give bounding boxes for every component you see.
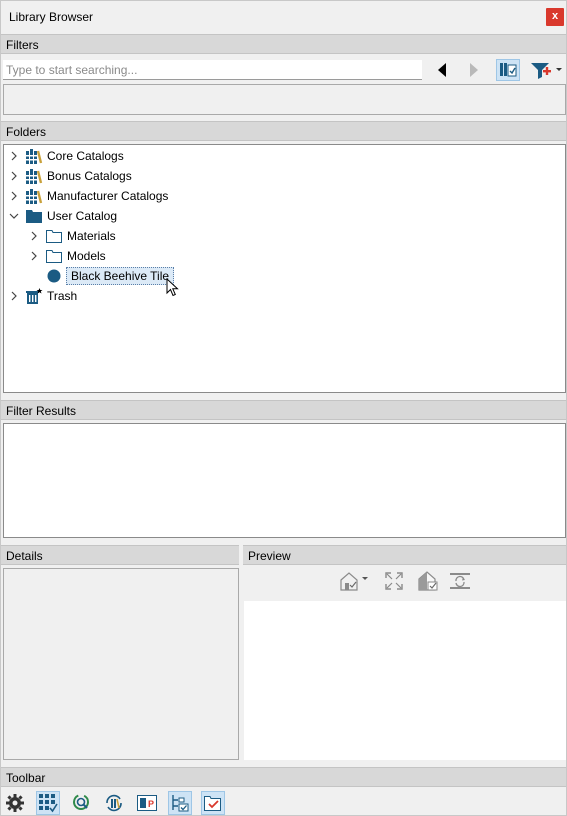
folder-check-button[interactable] — [201, 791, 225, 815]
folders-tree[interactable]: Core Catalogs Bonus Catalogs Manufacture… — [3, 144, 566, 393]
forward-arrow-icon — [470, 63, 478, 77]
catalog-books-icon — [25, 187, 43, 205]
fit-view-button[interactable] — [382, 570, 406, 592]
details-panel — [3, 568, 239, 760]
tree-view-button[interactable] — [168, 791, 192, 815]
back-arrow-icon — [438, 63, 446, 77]
catalog-filter-button[interactable] — [496, 59, 520, 81]
folder-check-icon — [204, 796, 221, 811]
grid-select-icon — [39, 794, 58, 813]
chevron-right-icon[interactable] — [8, 166, 20, 186]
chevron-right-icon[interactable] — [28, 246, 40, 266]
close-button[interactable]: x — [546, 8, 564, 26]
tree-item-label: Black Beehive Tile — [66, 267, 175, 285]
details-header-label: Details — [6, 549, 43, 563]
tree-item-label: User Catalog — [47, 209, 118, 223]
preview-header-label: Preview — [248, 549, 291, 563]
display-options-icon: P — [137, 795, 157, 811]
back-button[interactable] — [430, 59, 454, 81]
chevron-right-icon[interactable] — [8, 146, 20, 166]
tree-item-label: Models — [67, 249, 106, 263]
tree-item-materials[interactable]: Materials — [28, 226, 116, 246]
add-filter-icon — [531, 63, 562, 79]
refresh-preview-icon — [450, 573, 470, 589]
tree-item-black-beehive-tile[interactable]: Black Beehive Tile — [28, 266, 175, 286]
details-header: Details — [1, 545, 239, 565]
search-input[interactable] — [3, 60, 422, 80]
render-view-icon — [418, 571, 438, 591]
display-options-button[interactable]: P — [135, 791, 159, 815]
filters-header: Filters — [1, 34, 566, 54]
preview-canvas[interactable] — [244, 601, 566, 760]
tree-view-icon — [172, 795, 189, 812]
search-refresh-icon — [73, 794, 89, 810]
grid-select-button[interactable] — [36, 791, 60, 815]
tree-item-user-catalog[interactable]: User Catalog — [8, 206, 117, 226]
tree-item-label: Materials — [67, 229, 116, 243]
search-row — [3, 59, 565, 83]
catalog-filter-icon — [500, 63, 517, 77]
trash-icon — [25, 287, 43, 305]
tree-item-bonus-catalogs[interactable]: Bonus Catalogs — [8, 166, 132, 186]
tree-item-label: Bonus Catalogs — [47, 169, 132, 183]
filter-results-header: Filter Results — [1, 400, 566, 420]
tree-item-label: Manufacturer Catalogs — [47, 189, 169, 203]
folders-header: Folders — [1, 121, 566, 141]
sync-catalog-icon — [106, 794, 122, 812]
preview-header: Preview — [243, 545, 566, 565]
fit-view-icon — [385, 572, 403, 590]
forward-button[interactable] — [462, 59, 486, 81]
tree-item-trash[interactable]: Trash — [8, 286, 77, 306]
preview-toolbar — [244, 567, 566, 597]
settings-gear-icon — [6, 794, 24, 812]
search-refresh-button[interactable] — [69, 791, 93, 815]
filters-header-label: Filters — [6, 38, 39, 52]
filter-results-header-label: Filter Results — [6, 404, 77, 418]
folder-outline-icon — [45, 227, 63, 245]
title-bar[interactable]: Library Browser x — [1, 1, 566, 33]
filter-results-list[interactable] — [3, 423, 566, 538]
window-title: Library Browser — [9, 10, 94, 24]
tree-item-label: Trash — [47, 289, 78, 303]
chevron-right-icon[interactable] — [8, 186, 20, 206]
chevron-right-icon[interactable] — [8, 286, 20, 306]
material-circle-icon — [45, 267, 63, 285]
toolbar-header: Toolbar — [1, 767, 566, 787]
active-filters-box[interactable] — [3, 84, 566, 115]
tree-item-label: Core Catalogs — [47, 149, 124, 163]
camera-view-button[interactable] — [338, 570, 372, 592]
camera-view-icon — [340, 572, 368, 591]
refresh-preview-button[interactable] — [448, 570, 472, 592]
svg-text:P: P — [148, 799, 154, 809]
folders-header-label: Folders — [6, 125, 47, 139]
add-filter-button[interactable] — [528, 59, 564, 81]
catalog-books-icon — [25, 167, 43, 185]
mouse-cursor-icon — [166, 278, 179, 297]
tree-item-core-catalogs[interactable]: Core Catalogs — [8, 146, 124, 166]
tree-item-manufacturer-catalogs[interactable]: Manufacturer Catalogs — [8, 186, 168, 206]
tree-item-models[interactable]: Models — [28, 246, 106, 266]
folder-filled-icon — [25, 207, 43, 225]
catalog-books-icon — [25, 147, 43, 165]
folder-outline-icon — [45, 247, 63, 265]
settings-button[interactable] — [3, 791, 27, 815]
render-view-button[interactable] — [416, 570, 440, 592]
chevron-right-icon[interactable] — [28, 226, 40, 246]
sync-catalog-button[interactable] — [102, 791, 126, 815]
chevron-down-icon[interactable] — [8, 206, 20, 226]
library-browser-window: Library Browser x Filters Type to start … — [0, 0, 567, 816]
toolbar-header-label: Toolbar — [6, 771, 46, 785]
bottom-toolbar: P — [1, 789, 566, 815]
